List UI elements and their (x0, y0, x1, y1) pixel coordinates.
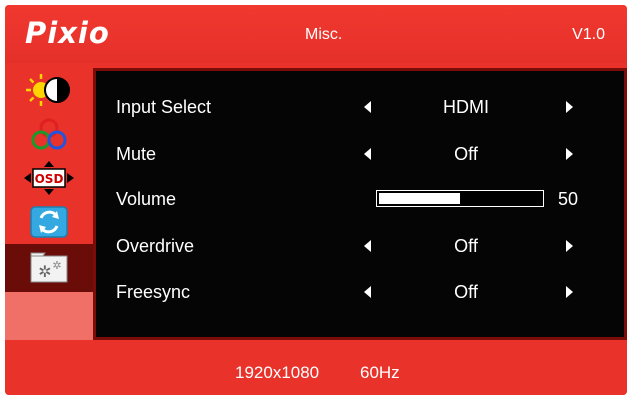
setting-label: Volume (116, 189, 177, 209)
sidebar-empty-slot (5, 292, 93, 340)
sidebar: OSD ✲ ✲ (5, 68, 93, 340)
tab-misc[interactable]: ✲ ✲ (5, 244, 93, 292)
setting-value: Off (454, 144, 478, 164)
refresh-rate-readout: 60Hz (360, 363, 400, 382)
setting-mute[interactable]: Mute Off (96, 142, 624, 166)
volume-slider-fill (379, 193, 460, 204)
right-arrow-icon[interactable] (566, 286, 573, 298)
menu-title: Misc. (305, 26, 343, 43)
brightness-contrast-icon (26, 74, 70, 106)
setting-label: Overdrive (116, 236, 195, 256)
setting-volume[interactable]: Volume 50 (96, 187, 624, 211)
resolution-readout: 1920x1080 (235, 363, 320, 382)
tab-brightness-contrast[interactable] (5, 68, 93, 112)
osd-settings-icon: OSD (24, 161, 74, 195)
tab-reset[interactable] (5, 200, 93, 244)
setting-value: Off (454, 282, 478, 302)
setting-overdrive[interactable]: Overdrive Off (96, 234, 624, 258)
tab-color[interactable] (5, 112, 93, 156)
volume-value: 50 (558, 189, 579, 209)
color-icon (31, 118, 67, 150)
pixio-logo: Pixio (25, 16, 110, 50)
svg-text:✲: ✲ (52, 259, 61, 272)
svg-text:✲: ✲ (38, 262, 51, 281)
tab-osd-settings[interactable]: OSD (5, 156, 93, 200)
left-arrow-icon[interactable] (364, 148, 371, 160)
setting-freesync[interactable]: Freesync Off (96, 280, 624, 304)
misc-settings-icon: ✲ ✲ (30, 252, 68, 283)
volume-slider[interactable] (376, 190, 544, 207)
setting-input-select[interactable]: Input Select HDMI (96, 95, 624, 119)
setting-value: Off (454, 236, 478, 256)
left-arrow-icon[interactable] (364, 240, 371, 252)
right-arrow-icon[interactable] (566, 240, 573, 252)
setting-label: Input Select (116, 97, 212, 117)
setting-label: Freesync (116, 282, 191, 302)
left-arrow-icon[interactable] (364, 286, 371, 298)
right-arrow-icon[interactable] (566, 101, 573, 113)
osd-icon-text: OSD (35, 172, 64, 186)
right-arrow-icon[interactable] (566, 148, 573, 160)
setting-label: Mute (116, 144, 157, 164)
left-arrow-icon[interactable] (364, 101, 371, 113)
osd-menu: Pixio Misc. V1.0 OSD ✲ ✲ Input Select HD… (5, 5, 627, 395)
setting-value: HDMI (443, 97, 489, 117)
firmware-version: V1.0 (572, 26, 605, 43)
header-bar: Pixio Misc. V1.0 (5, 5, 627, 63)
reset-icon (30, 206, 68, 238)
settings-panel: Input Select HDMI Mute Off Volume 50 Ove… (93, 68, 627, 340)
status-bar: 1920x1080 60Hz (5, 345, 627, 395)
